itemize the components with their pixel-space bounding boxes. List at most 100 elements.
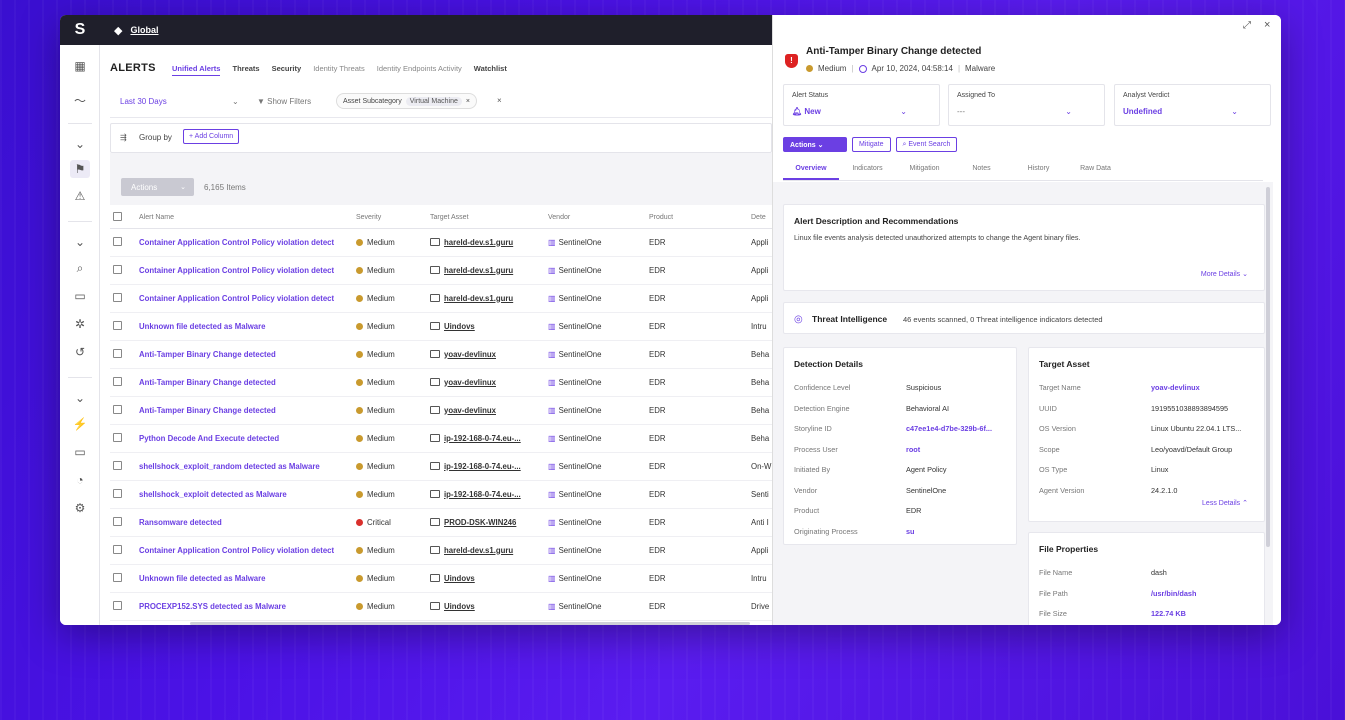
assigned-to-field[interactable]: Assigned To --- ⌄ — [948, 84, 1105, 126]
clear-filters-icon[interactable]: × — [497, 96, 502, 105]
table-row[interactable]: Container Application Control Policy vio… — [110, 256, 772, 285]
tab-raw-data[interactable]: Raw Data — [1067, 165, 1124, 180]
less-details-link[interactable]: Less Details ⌃ — [1202, 499, 1248, 507]
mitigate-button[interactable]: Mitigate — [852, 137, 891, 152]
vertical-scrollbar[interactable] — [1266, 187, 1270, 547]
alert-name-link[interactable]: Anti-Tamper Binary Change detected — [139, 378, 276, 387]
table-row[interactable]: shellshock_exploit_random detected as Ma… — [110, 452, 772, 481]
column-header-alert-name[interactable]: Alert Name — [136, 208, 353, 229]
row-checkbox[interactable] — [113, 460, 122, 470]
row-checkbox[interactable] — [113, 320, 122, 330]
target-asset-link[interactable]: hareld-dev.s1.guru — [444, 266, 513, 275]
filter-chip[interactable]: Asset Subcategory Virtual Machine × — [336, 93, 477, 109]
row-checkbox[interactable] — [113, 348, 122, 358]
alert-name-link[interactable]: shellshock_exploit_random detected as Ma… — [139, 462, 320, 471]
table-row[interactable]: Container Application Control Policy vio… — [110, 228, 772, 257]
target-asset-link[interactable]: ip-192-168-0-74.eu-... — [444, 462, 521, 471]
field-value-link[interactable]: /usr/bin/dash — [1151, 589, 1196, 598]
column-header-target-asset[interactable]: Target Asset — [427, 208, 545, 229]
warning-icon[interactable]: ⚠ — [70, 187, 90, 205]
add-column-button[interactable]: + Add Column — [183, 129, 240, 144]
chevron-down-icon[interactable]: ⌄ — [70, 233, 90, 251]
target-asset-link[interactable]: yoav-devlinux — [444, 406, 496, 415]
target-asset-link[interactable]: yoav-devlinux — [444, 378, 496, 387]
row-checkbox[interactable] — [113, 236, 122, 246]
row-checkbox[interactable] — [113, 264, 122, 274]
table-row[interactable]: Unknown file detected as Malware Medium Ui… — [110, 564, 772, 593]
target-asset-link[interactable]: hareld-dev.s1.guru — [444, 294, 513, 303]
chip-close-icon[interactable]: × — [466, 98, 470, 105]
field-value-link[interactable]: root — [906, 445, 920, 454]
row-checkbox[interactable] — [113, 376, 122, 386]
settings-icon[interactable]: ⚙ — [70, 499, 90, 517]
target-asset-link[interactable]: hareld-dev.s1.guru — [444, 546, 513, 555]
workspace-selector[interactable]: Global — [130, 25, 158, 35]
date-range-select[interactable]: Last 30 Days — [120, 97, 167, 106]
analyst-verdict-field[interactable]: Analyst Verdict Undefined ⌄ — [1114, 84, 1271, 126]
tab-indicators[interactable]: Indicators — [839, 165, 896, 180]
table-row[interactable]: Python Decode And Execute detected Medium… — [110, 424, 772, 453]
integrations-icon[interactable]: ⚡ — [70, 415, 90, 433]
alerts-nav-icon[interactable]: ⚑ — [70, 160, 90, 178]
target-asset-link[interactable]: ip-192-168-0-74.eu-... — [444, 434, 521, 443]
reports-icon[interactable]: ◔ — [70, 471, 90, 489]
column-header-product[interactable]: Product — [646, 208, 748, 229]
activity-icon[interactable]: 〜 — [70, 91, 90, 109]
column-header-detection[interactable]: Dete — [748, 208, 772, 229]
table-row[interactable]: Container Application Control Policy vio… — [110, 284, 772, 313]
alert-name-link[interactable]: shellshock_exploit detected as Malware — [139, 490, 287, 499]
target-asset-link[interactable]: PROD-DSK-WIN246 — [444, 518, 516, 527]
field-value-link[interactable]: c47ee1e4-d7be-329b-6f... — [906, 424, 992, 433]
panel-actions-button[interactable]: Actions ⌄ — [783, 137, 847, 152]
alert-name-link[interactable]: Unknown file detected as Malware — [139, 574, 266, 583]
target-asset-link[interactable]: Uindovs — [444, 574, 475, 583]
table-row[interactable]: Container Application Control Policy vio… — [110, 536, 772, 565]
alert-name-link[interactable]: Container Application Control Policy vio… — [139, 238, 334, 247]
event-search-button[interactable]: ⌕ Event Search — [895, 137, 958, 152]
field-value-link[interactable]: su — [906, 527, 915, 536]
graph-icon[interactable]: ✲ — [70, 315, 90, 333]
assets-icon[interactable]: ▭ — [70, 287, 90, 305]
row-checkbox[interactable] — [113, 572, 122, 582]
row-checkbox[interactable] — [113, 292, 122, 302]
field-value-link[interactable]: 122.74 KB — [1151, 609, 1186, 618]
tab-threats[interactable]: Threats — [232, 64, 259, 76]
history-icon[interactable]: ↺ — [70, 343, 90, 361]
table-row[interactable]: PROCEXP152.SYS detected as Malware Medium… — [110, 592, 772, 621]
row-checkbox[interactable] — [113, 432, 122, 442]
tab-history[interactable]: History — [1010, 165, 1067, 180]
alert-name-link[interactable]: PROCEXP152.SYS detected as Malware — [139, 602, 286, 611]
grid-icon[interactable]: ▦ — [70, 57, 90, 75]
target-asset-link[interactable]: Uindovs — [444, 602, 475, 611]
field-value-link[interactable]: yoav-devlinux — [1151, 383, 1200, 392]
row-checkbox[interactable] — [113, 600, 122, 610]
alert-name-link[interactable]: Container Application Control Policy vio… — [139, 266, 334, 275]
row-checkbox[interactable] — [113, 488, 122, 498]
alert-name-link[interactable]: Unknown file detected as Malware — [139, 322, 266, 331]
table-row[interactable]: Unknown file detected as Malware Medium Ui… — [110, 312, 772, 341]
chevron-down-icon[interactable]: ⌄ — [70, 389, 90, 407]
table-row[interactable]: shellshock_exploit detected as Malware Me… — [110, 480, 772, 509]
tab-security[interactable]: Security — [272, 64, 302, 76]
table-row[interactable]: Anti-Tamper Binary Change detected Medium… — [110, 368, 772, 397]
column-header-vendor[interactable]: Vendor — [545, 208, 646, 229]
expand-icon[interactable]: ⤢ — [1243, 20, 1251, 31]
alert-name-link[interactable]: Ransomware detected — [139, 518, 222, 527]
chevron-down-icon[interactable]: ⌄ — [232, 97, 239, 106]
select-all-checkbox[interactable] — [113, 212, 122, 222]
target-asset-link[interactable]: Uindovs — [444, 322, 475, 331]
show-filters-button[interactable]: ▼ Show Filters — [257, 97, 311, 106]
devices-icon[interactable]: ▭ — [70, 443, 90, 461]
tab-watchlist[interactable]: Watchlist — [474, 64, 507, 76]
table-row[interactable]: Anti-Tamper Binary Change detected Medium… — [110, 396, 772, 425]
alert-name-link[interactable]: Python Decode And Execute detected — [139, 434, 279, 443]
tab-unified-alerts[interactable]: Unified Alerts — [172, 64, 221, 76]
tab-mitigation[interactable]: Mitigation — [896, 165, 953, 180]
alert-name-link[interactable]: Anti-Tamper Binary Change detected — [139, 406, 276, 415]
alert-name-link[interactable]: Anti-Tamper Binary Change detected — [139, 350, 276, 359]
tab-notes[interactable]: Notes — [953, 165, 1010, 180]
table-row[interactable]: Ransomware detected Critical PROD-DSK-WIN2… — [110, 508, 772, 537]
target-asset-link[interactable]: hareld-dev.s1.guru — [444, 238, 513, 247]
logo-icon[interactable]: S — [60, 15, 100, 45]
column-header-severity[interactable]: Severity — [353, 208, 427, 229]
